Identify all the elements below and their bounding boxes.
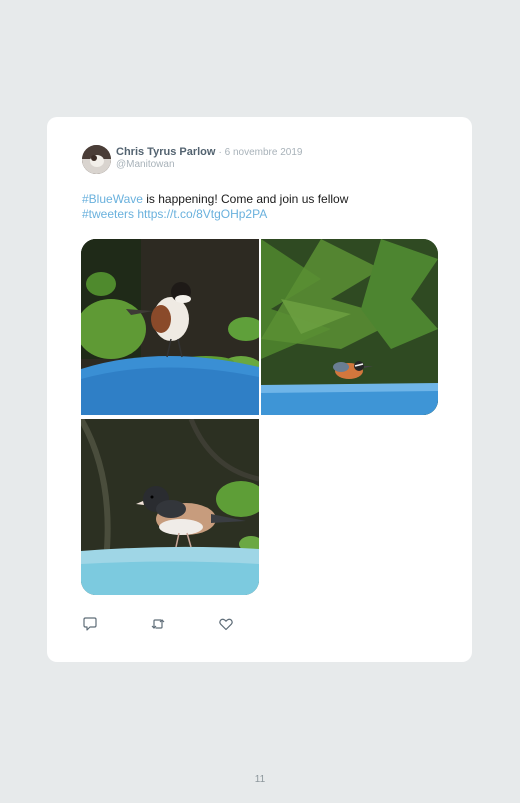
hashtag-tweeters[interactable]: #tweeters xyxy=(82,207,134,221)
comment-icon xyxy=(83,617,97,631)
retweet-icon xyxy=(151,619,165,629)
tweet-photo-1[interactable] xyxy=(81,239,259,415)
junco-photo xyxy=(81,419,259,595)
chickadee-photo xyxy=(81,239,259,415)
like-button[interactable] xyxy=(218,616,234,632)
author-name[interactable]: Chris Tyrus Parlow xyxy=(116,146,215,158)
tweet-photo-2[interactable] xyxy=(261,239,438,415)
hashtag-bluewave[interactable]: #BlueWave xyxy=(82,192,143,206)
tweet-date[interactable]: · 6 novembre 2019 xyxy=(219,147,303,158)
retweet-button[interactable] xyxy=(150,616,166,632)
page-number: 11 xyxy=(254,774,266,785)
tweet-text-body: is happening! Come and join us fellow xyxy=(142,192,349,206)
tweet-card: Chris Tyrus Parlow · 6 novembre 2019 @Ma… xyxy=(47,117,472,662)
reply-button[interactable] xyxy=(82,616,98,632)
tweet-text: #BlueWave is happening! Come and join us… xyxy=(82,192,402,222)
tweet-photo-3[interactable] xyxy=(81,419,259,595)
author-line: Chris Tyrus Parlow · 6 novembre 2019 xyxy=(116,146,302,158)
author-handle[interactable]: @Manitowan xyxy=(116,159,175,170)
author-avatar[interactable] xyxy=(82,145,111,174)
heart-icon xyxy=(219,618,233,631)
avatar-image xyxy=(82,145,111,174)
nuthatch-photo xyxy=(261,239,438,415)
tweet-link[interactable]: https://t.co/8VtgOHp2PA xyxy=(137,207,267,221)
